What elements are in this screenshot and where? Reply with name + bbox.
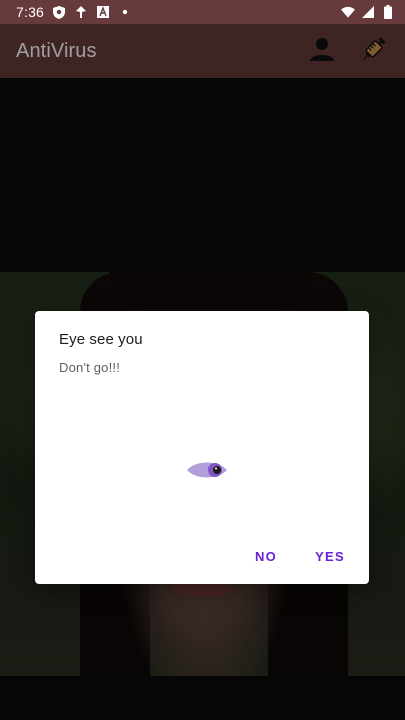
- dialog-actions: NO YES: [247, 545, 353, 568]
- battery-icon: [381, 5, 395, 19]
- status-left: 7:36: [16, 4, 132, 20]
- eye-icon: [186, 459, 228, 481]
- alert-dialog: Eye see you Don't go!!! NO YES: [35, 311, 369, 584]
- dialog-title: Eye see you: [59, 331, 143, 348]
- location-icon: [74, 5, 88, 19]
- status-time: 7:36: [16, 4, 45, 20]
- signal-icon: [361, 5, 375, 19]
- dot-icon: [118, 5, 132, 19]
- no-button[interactable]: NO: [247, 545, 285, 568]
- app-screen: 7:36 AntiVirus Eye see you Don't go!!! N…: [0, 0, 405, 720]
- status-bar: 7:36: [0, 0, 405, 24]
- dialog-message: Don't go!!!: [59, 360, 121, 375]
- wifi-icon: [341, 5, 355, 19]
- status-right: [341, 5, 395, 19]
- a-box-icon: [96, 5, 110, 19]
- shield-icon: [52, 5, 66, 19]
- yes-button[interactable]: YES: [307, 545, 353, 568]
